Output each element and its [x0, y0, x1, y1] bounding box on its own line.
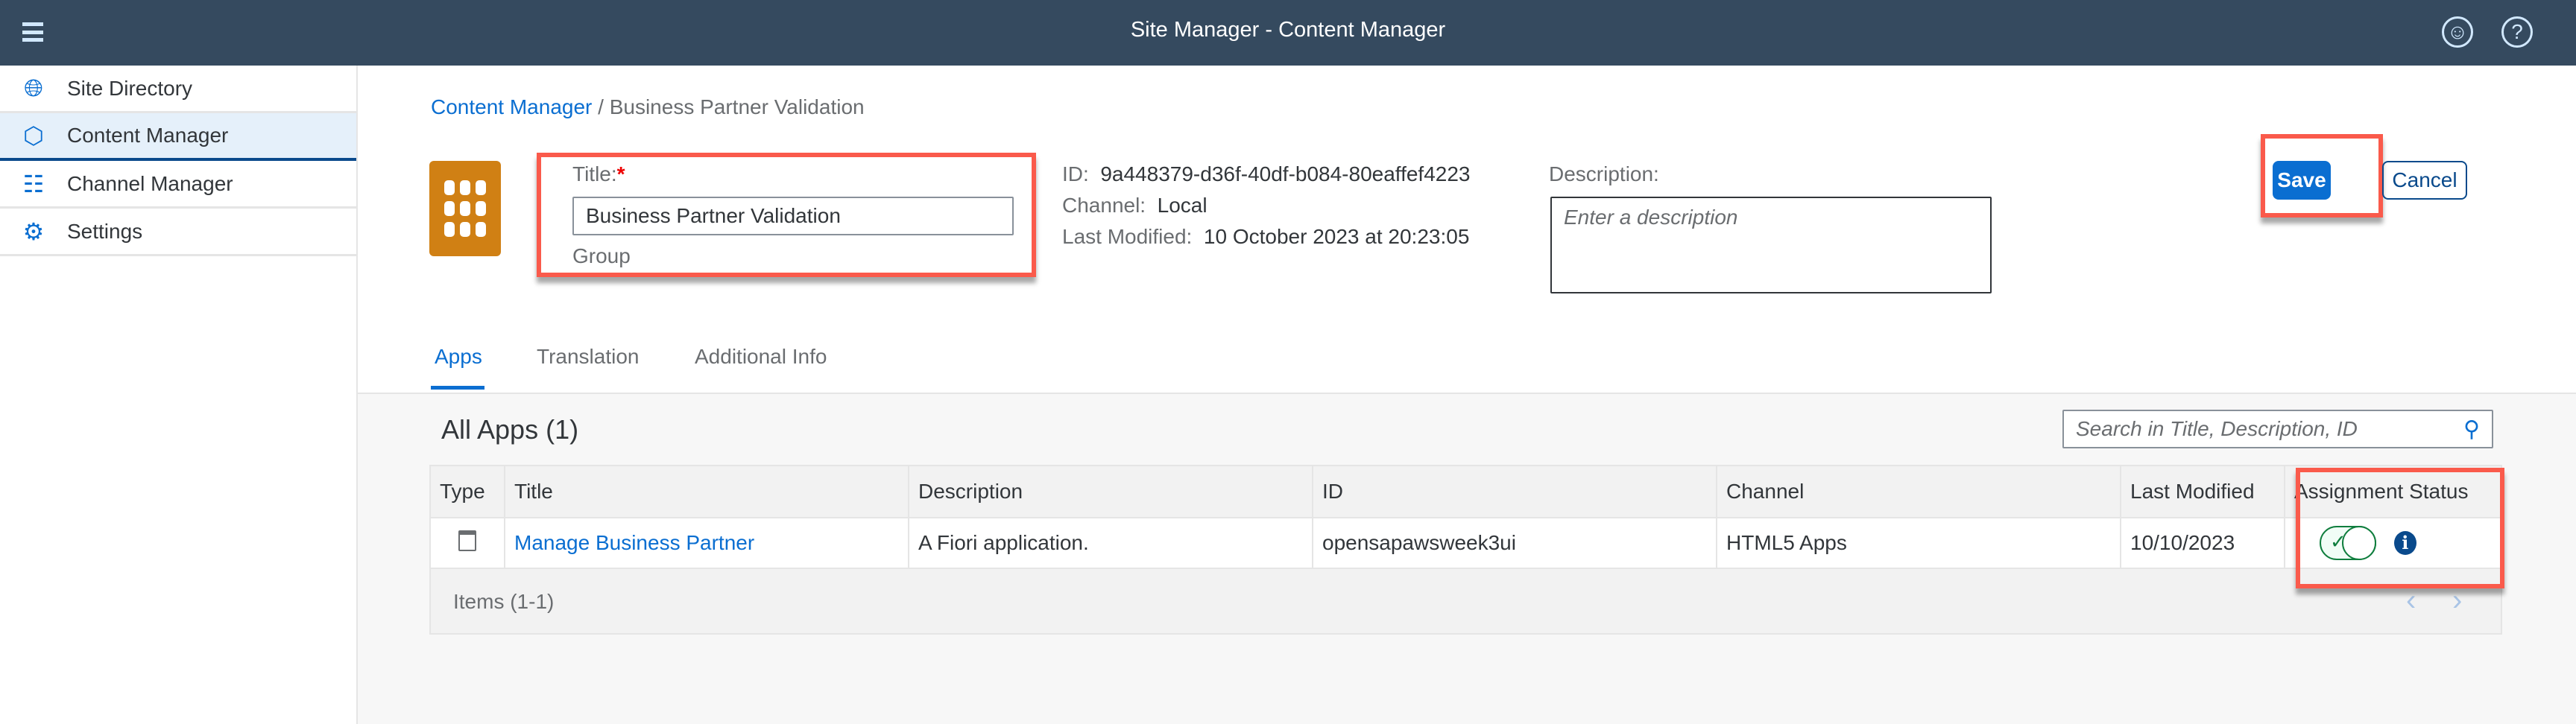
col-type[interactable]: Type [429, 465, 505, 518]
col-description[interactable]: Description [908, 465, 1313, 518]
breadcrumb-current: Business Partner Validation [609, 95, 865, 118]
col-title[interactable]: Title [504, 465, 909, 518]
next-page-icon[interactable]: › [2452, 584, 2462, 617]
app-last-modified: 10/10/2023 [2120, 517, 2285, 569]
sidebar-item-site-directory[interactable]: 🌐︎ Site Directory [0, 66, 356, 113]
title-label: Title:* [572, 162, 625, 185]
table-footer: Items (1-1) ‹ › [429, 568, 2502, 635]
table-row: Manage Business Partner A Fiori applicat… [429, 517, 2502, 569]
app-window-icon [458, 530, 476, 551]
id-field: ID: 9a448379-d36f-40df-b084-80eaffef4223 [1062, 162, 1471, 185]
sidebar-item-content-manager[interactable]: ⬡ Content Manager [0, 113, 356, 161]
user-icon[interactable]: ☺ [2442, 16, 2473, 48]
cube-icon: ⬡ [23, 122, 44, 149]
title-input[interactable]: Business Partner Validation [572, 197, 1014, 235]
search-icon[interactable]: ⚲ [2463, 416, 2480, 442]
col-channel[interactable]: Channel [1716, 465, 2121, 518]
search-input[interactable]: Search in Title, Description, ID ⚲ [2062, 410, 2493, 448]
breadcrumb-link[interactable]: Content Manager [431, 95, 592, 118]
highlight-assignment [2296, 468, 2504, 588]
tab-additional-info[interactable]: Additional Info [695, 345, 827, 369]
description-label: Description: [1549, 162, 1659, 185]
save-button[interactable]: Save [2273, 161, 2331, 200]
app-description: A Fiori application. [908, 517, 1313, 569]
globe-icon: 🌐︎ [24, 74, 43, 101]
group-tile-icon [429, 161, 501, 256]
prev-page-icon[interactable]: ‹ [2406, 584, 2416, 617]
items-count: Items (1-1) [453, 590, 555, 613]
gears-icon: ⚙ [22, 217, 45, 245]
type-label: Group [572, 244, 631, 267]
breadcrumb: Content Manager / Business Partner Valid… [431, 95, 865, 118]
col-last-modified[interactable]: Last Modified [2120, 465, 2285, 518]
shell-title: Site Manager - Content Manager [1130, 18, 1446, 42]
sidebar: 🌐︎ Site Directory ⬡ Content Manager ☷ Chann… [0, 66, 358, 724]
tab-apps[interactable]: Apps [435, 345, 482, 369]
app-channel: HTML5 Apps [1716, 517, 2121, 569]
description-textarea[interactable]: Enter a description [1550, 197, 1992, 293]
channel-field: Channel: Local [1062, 194, 1208, 217]
tab-apps-underline [431, 386, 484, 390]
col-id[interactable]: ID [1312, 465, 1717, 518]
help-icon[interactable]: ? [2501, 16, 2533, 48]
cancel-button[interactable]: Cancel [2382, 161, 2467, 200]
tab-translation[interactable]: Translation [537, 345, 639, 369]
apps-table: Type Title Description ID Channel Last M… [429, 465, 2502, 569]
app-id: opensapawsweek3ui [1312, 517, 1717, 569]
sidebar-item-channel-manager[interactable]: ☷ Channel Manager [0, 161, 356, 209]
sidebar-item-settings[interactable]: ⚙ Settings [0, 209, 356, 256]
last-modified-field: Last Modified: 10 October 2023 at 20:23:… [1062, 225, 1470, 248]
shell-header: Site Manager - Content Manager ☺ ? [0, 0, 2576, 66]
app-title-link[interactable]: Manage Business Partner [514, 531, 754, 554]
apps-heading: All Apps (1) [441, 414, 579, 445]
hierarchy-icon: ☷ [22, 170, 45, 197]
table-header-row: Type Title Description ID Channel Last M… [429, 465, 2502, 518]
